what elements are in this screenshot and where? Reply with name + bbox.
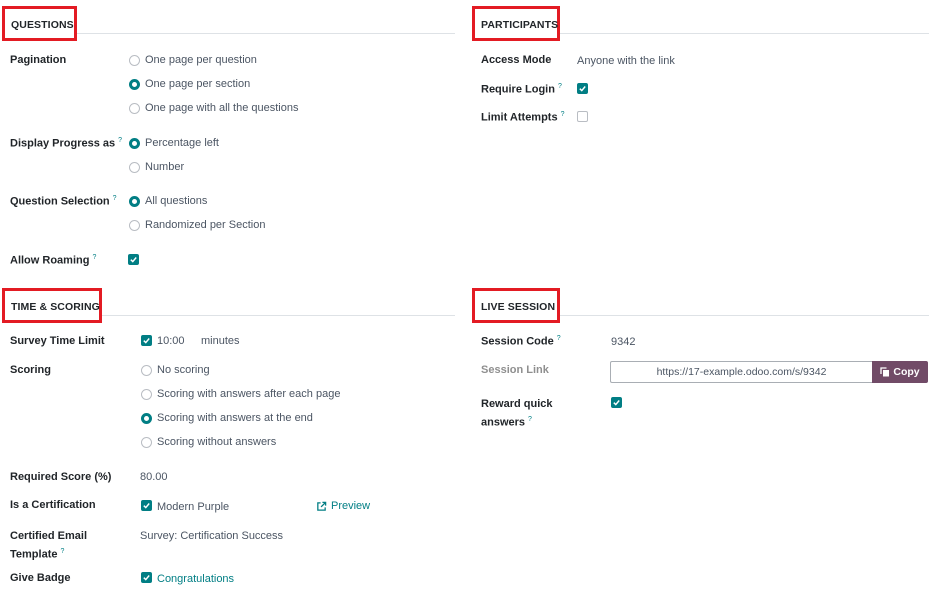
selection-option-all[interactable]: All questions bbox=[129, 195, 207, 207]
radio-icon[interactable] bbox=[141, 388, 152, 400]
require-login-checkbox[interactable] bbox=[577, 83, 588, 94]
required-score-input[interactable]: 80.00 bbox=[140, 471, 168, 483]
session-code-label: Session Code? bbox=[481, 335, 561, 348]
badge-label: Give Badge bbox=[10, 572, 71, 584]
radio-icon[interactable] bbox=[129, 54, 140, 66]
questions-section-title: QUESTIONS bbox=[11, 19, 74, 31]
radio-icon[interactable] bbox=[141, 436, 152, 448]
require-login-label: Require Login? bbox=[481, 83, 562, 96]
certification-label: Is a Certification bbox=[10, 499, 96, 511]
help-icon[interactable]: ? bbox=[113, 195, 117, 202]
email-template-value[interactable]: Survey: Certification Success bbox=[140, 530, 283, 542]
help-icon[interactable]: ? bbox=[557, 335, 561, 342]
session-link-field: https://17-example.odoo.com/s/9342 Copy bbox=[610, 361, 928, 383]
check-icon bbox=[613, 400, 620, 406]
session-link-label: Session Link bbox=[481, 364, 549, 376]
scoring-option-end[interactable]: Scoring with answers at the end bbox=[141, 412, 313, 424]
radio-selected-icon[interactable] bbox=[129, 137, 140, 149]
email-template-label: Certified Email Template? bbox=[10, 530, 88, 561]
pagination-option-question[interactable]: One page per question bbox=[129, 54, 257, 66]
check-icon bbox=[143, 575, 150, 581]
check-icon bbox=[143, 503, 150, 509]
time-scoring-separator bbox=[102, 315, 455, 316]
copy-icon bbox=[880, 367, 890, 377]
badge-checkbox[interactable] bbox=[141, 572, 152, 583]
reward-checkbox[interactable] bbox=[611, 397, 622, 408]
check-icon bbox=[143, 338, 150, 344]
help-icon[interactable]: ? bbox=[60, 548, 64, 555]
radio-icon[interactable] bbox=[129, 102, 140, 114]
roaming-label: Allow Roaming? bbox=[10, 254, 97, 267]
certification-layout-value[interactable]: Modern Purple bbox=[157, 501, 229, 513]
scoring-option-without-answers[interactable]: Scoring without answers bbox=[141, 436, 276, 448]
badge-link[interactable]: Congratulations bbox=[157, 573, 234, 585]
pagination-option-all[interactable]: One page with all the questions bbox=[129, 102, 299, 114]
radio-icon[interactable] bbox=[141, 364, 152, 376]
progress-option-percentage[interactable]: Percentage left bbox=[129, 137, 219, 149]
preview-link[interactable]: Preview bbox=[316, 500, 370, 512]
selection-label: Question Selection? bbox=[10, 195, 117, 208]
scoring-option-none[interactable]: No scoring bbox=[141, 364, 210, 376]
help-icon[interactable]: ? bbox=[528, 416, 532, 423]
selection-option-random[interactable]: Randomized per Section bbox=[129, 219, 265, 231]
access-mode-label: Access Mode bbox=[481, 54, 552, 66]
check-icon bbox=[130, 257, 137, 263]
live-session-section-title: LIVE SESSION bbox=[481, 301, 556, 313]
live-session-separator bbox=[560, 315, 929, 316]
questions-separator bbox=[77, 33, 455, 34]
radio-selected-icon[interactable] bbox=[129, 78, 140, 90]
scoring-label: Scoring bbox=[10, 364, 51, 376]
participants-separator bbox=[560, 33, 929, 34]
session-link-input[interactable]: https://17-example.odoo.com/s/9342 bbox=[610, 361, 872, 383]
help-icon[interactable]: ? bbox=[558, 83, 562, 90]
help-icon[interactable]: ? bbox=[92, 254, 96, 261]
radio-selected-icon[interactable] bbox=[129, 195, 140, 207]
check-icon bbox=[579, 86, 586, 92]
external-link-icon bbox=[317, 501, 327, 511]
radio-icon[interactable] bbox=[129, 161, 140, 173]
time-limit-unit: minutes bbox=[201, 335, 240, 347]
help-icon[interactable]: ? bbox=[561, 111, 565, 118]
radio-selected-icon[interactable] bbox=[141, 412, 152, 424]
scoring-option-each-page[interactable]: Scoring with answers after each page bbox=[141, 388, 340, 400]
roaming-checkbox[interactable] bbox=[128, 254, 139, 265]
limit-attempts-label: Limit Attempts? bbox=[481, 111, 565, 124]
copy-button[interactable]: Copy bbox=[872, 361, 928, 383]
progress-option-number[interactable]: Number bbox=[129, 161, 184, 173]
time-limit-label: Survey Time Limit bbox=[10, 335, 105, 347]
limit-attempts-checkbox[interactable] bbox=[577, 111, 588, 122]
time-limit-input[interactable]: 10:00 bbox=[157, 335, 185, 347]
time-scoring-section-title: TIME & SCORING bbox=[11, 301, 100, 313]
radio-icon[interactable] bbox=[129, 219, 140, 231]
time-limit-checkbox[interactable] bbox=[141, 335, 152, 346]
required-score-label: Required Score (%) bbox=[10, 471, 112, 483]
session-code-input[interactable]: 9342 bbox=[611, 336, 635, 348]
pagination-label: Pagination bbox=[10, 54, 67, 66]
access-mode-value[interactable]: Anyone with the link bbox=[577, 55, 675, 67]
participants-section-title: PARTICIPANTS bbox=[481, 19, 559, 31]
reward-label: Reward quick answers? bbox=[481, 398, 553, 429]
help-icon[interactable]: ? bbox=[118, 137, 122, 144]
pagination-option-section[interactable]: One page per section bbox=[129, 78, 250, 90]
certification-checkbox[interactable] bbox=[141, 500, 152, 511]
progress-label: Display Progress as? bbox=[10, 137, 123, 150]
